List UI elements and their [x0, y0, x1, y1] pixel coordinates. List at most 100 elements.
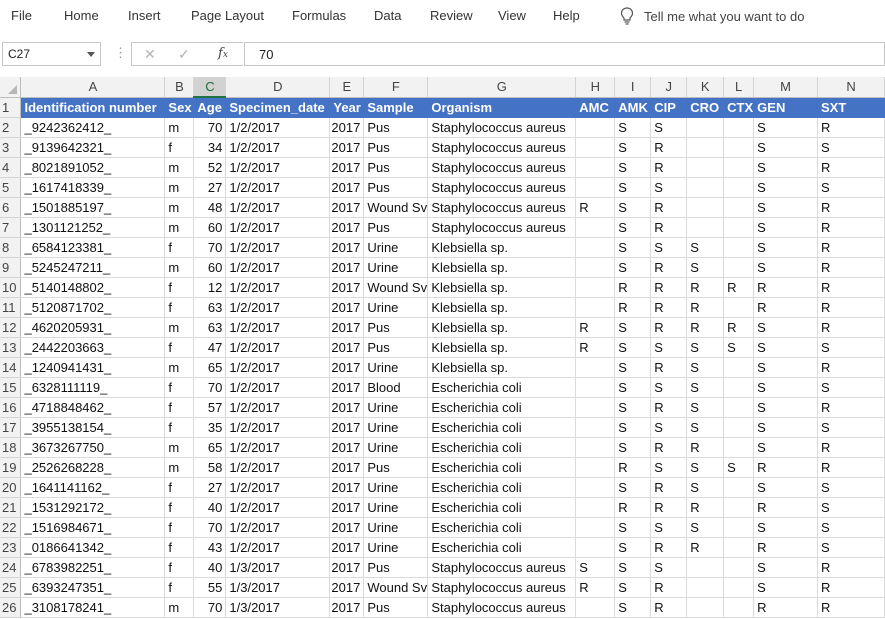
cell-d[interactable]: 1/2/2017 [225, 477, 331, 498]
cell-a[interactable]: _2442203663_ [20, 337, 166, 358]
cell-j[interactable]: R [650, 477, 688, 498]
cell-c[interactable]: 55 [193, 577, 227, 598]
row-header[interactable]: 8 [0, 237, 22, 258]
tab-home[interactable]: Home [64, 8, 99, 23]
cell-a[interactable]: _0186641342_ [20, 537, 166, 558]
cell-b[interactable]: f [164, 237, 195, 258]
cell-k[interactable]: S [686, 457, 725, 478]
cell-d[interactable]: 1/2/2017 [225, 457, 331, 478]
cell-h[interactable] [575, 377, 616, 398]
cell-d[interactable]: 1/2/2017 [225, 377, 331, 398]
cell-c[interactable]: 35 [193, 417, 227, 438]
cell-e[interactable]: 2017 [329, 457, 365, 478]
cell-l[interactable] [723, 137, 755, 158]
cell-h[interactable] [575, 437, 616, 458]
cell-b[interactable]: m [164, 177, 195, 198]
cell-j[interactable]: R [650, 277, 688, 298]
row-header[interactable]: 20 [0, 477, 22, 498]
tell-me-search[interactable]: Tell me what you want to do [620, 6, 804, 26]
cell-h[interactable] [575, 477, 616, 498]
cell-k[interactable]: R [686, 497, 725, 518]
cell-l[interactable] [723, 417, 755, 438]
cell-f[interactable]: Urine [363, 397, 429, 418]
column-title-cell[interactable]: Age [193, 97, 227, 118]
cell-i[interactable]: S [614, 377, 652, 398]
cell-k[interactable]: R [686, 437, 725, 458]
cell-i[interactable]: S [614, 137, 652, 158]
cell-d[interactable]: 1/2/2017 [225, 497, 331, 518]
cell-b[interactable]: f [164, 277, 195, 298]
cell-d[interactable]: 1/2/2017 [225, 517, 331, 538]
cell-b[interactable]: m [164, 437, 195, 458]
cell-l[interactable] [723, 297, 755, 318]
cell-a[interactable]: _8021891052_ [20, 157, 166, 178]
cell-a[interactable]: _1240941431_ [20, 357, 166, 378]
cell-k[interactable] [686, 577, 725, 598]
cell-b[interactable]: f [164, 557, 195, 578]
cell-g[interactable]: Staphylococcus aureus [427, 577, 577, 598]
cell-h[interactable] [575, 157, 616, 178]
cell-d[interactable]: 1/2/2017 [225, 317, 331, 338]
row-header[interactable]: 26 [0, 597, 22, 618]
cell-l[interactable] [723, 257, 755, 278]
cell-m[interactable]: R [753, 537, 819, 558]
cell-j[interactable]: R [650, 437, 688, 458]
cell-g[interactable]: Staphylococcus aureus [427, 157, 577, 178]
cell-b[interactable]: f [164, 477, 195, 498]
cell-j[interactable]: R [650, 317, 688, 338]
cell-m[interactable]: S [753, 117, 819, 138]
cell-g[interactable]: Staphylococcus aureus [427, 557, 577, 578]
cell-n[interactable]: R [817, 397, 885, 418]
cell-e[interactable]: 2017 [329, 157, 365, 178]
cell-n[interactable]: R [817, 357, 885, 378]
cell-e[interactable]: 2017 [329, 517, 365, 538]
select-all-corner[interactable] [0, 77, 22, 98]
cell-f[interactable]: Pus [363, 557, 429, 578]
cell-i[interactable]: S [614, 157, 652, 178]
cell-f[interactable]: Pus [363, 157, 429, 178]
cell-c[interactable]: 52 [193, 157, 227, 178]
cell-g[interactable]: Escherichia coli [427, 457, 577, 478]
cell-f[interactable]: Urine [363, 417, 429, 438]
cell-a[interactable]: _5245247211_ [20, 257, 166, 278]
cell-j[interactable]: S [650, 117, 688, 138]
cell-b[interactable]: f [164, 337, 195, 358]
cell-e[interactable]: 2017 [329, 257, 365, 278]
cell-f[interactable]: Pus [363, 337, 429, 358]
cell-e[interactable]: 2017 [329, 117, 365, 138]
cell-j[interactable]: S [650, 517, 688, 538]
column-header-b[interactable]: B [164, 77, 195, 98]
cell-j[interactable]: R [650, 357, 688, 378]
row-header[interactable]: 4 [0, 157, 22, 178]
cell-e[interactable]: 2017 [329, 437, 365, 458]
cell-f[interactable]: Pus [363, 177, 429, 198]
cell-k[interactable]: S [686, 477, 725, 498]
cell-e[interactable]: 2017 [329, 357, 365, 378]
cell-b[interactable]: m [164, 197, 195, 218]
cell-f[interactable]: Urine [363, 257, 429, 278]
cell-h[interactable]: R [575, 337, 616, 358]
cell-h[interactable]: R [575, 317, 616, 338]
cancel-icon[interactable]: ✕ [144, 46, 156, 63]
tab-review[interactable]: Review [430, 8, 473, 23]
cell-f[interactable]: Urine [363, 437, 429, 458]
cell-f[interactable]: Pus [363, 137, 429, 158]
cell-a[interactable]: _6584123381_ [20, 237, 166, 258]
cell-k[interactable]: R [686, 277, 725, 298]
cell-l[interactable] [723, 237, 755, 258]
cell-i[interactable]: S [614, 317, 652, 338]
enter-check-icon[interactable]: ✓ [178, 46, 190, 63]
cell-n[interactable]: S [817, 177, 885, 198]
cell-l[interactable] [723, 497, 755, 518]
row-header[interactable]: 23 [0, 537, 22, 558]
cell-g[interactable]: Escherichia coli [427, 537, 577, 558]
cell-e[interactable]: 2017 [329, 597, 365, 618]
cell-g[interactable]: Escherichia coli [427, 477, 577, 498]
cell-e[interactable]: 2017 [329, 217, 365, 238]
cell-b[interactable]: m [164, 597, 195, 618]
cell-a[interactable]: _6393247351_ [20, 577, 166, 598]
row-header[interactable]: 24 [0, 557, 22, 578]
cell-c[interactable]: 58 [193, 457, 227, 478]
cell-f[interactable]: Urine [363, 297, 429, 318]
cell-l[interactable] [723, 557, 755, 578]
